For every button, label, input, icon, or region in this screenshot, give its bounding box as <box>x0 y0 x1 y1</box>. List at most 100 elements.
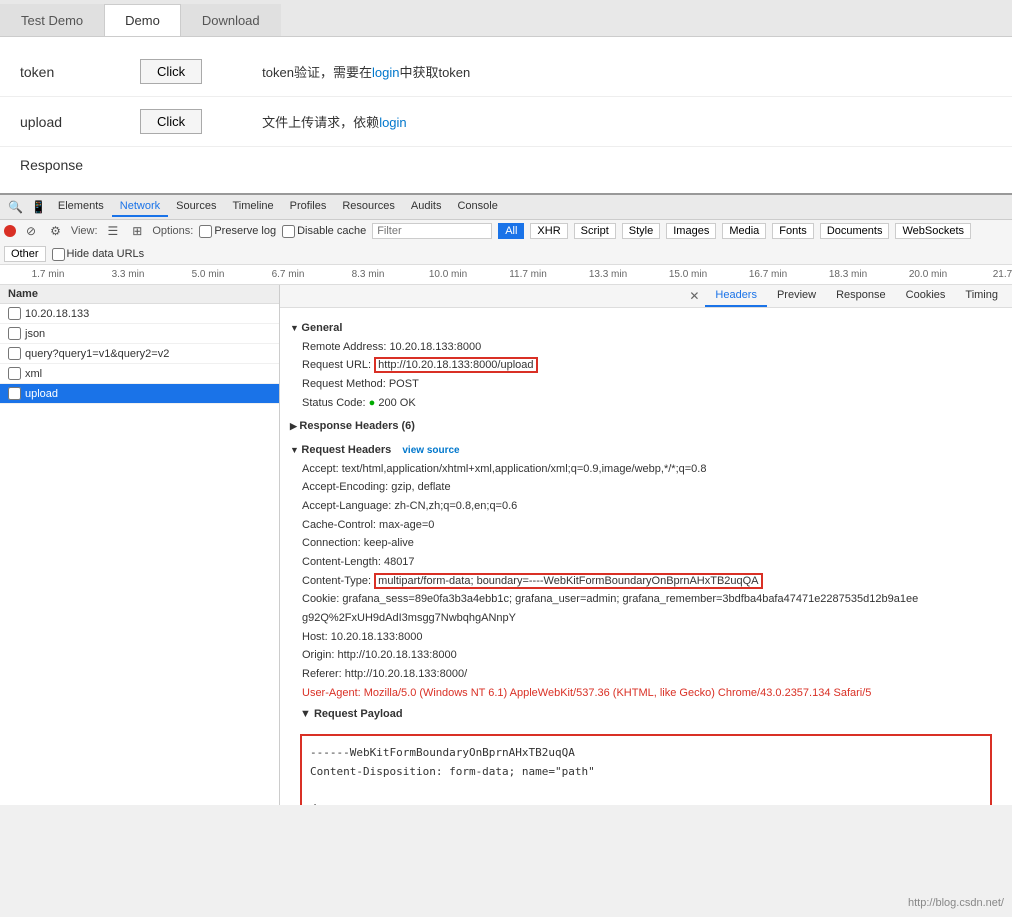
item-checkbox-ip[interactable] <box>8 307 21 320</box>
cache-control-val: max-age=0 <box>379 519 434 531</box>
referer-val: http://10.20.18.133:8000/ <box>345 668 467 680</box>
host-val: 10.20.18.133:8000 <box>331 631 423 643</box>
content-type-key: Content-Type: <box>302 575 374 587</box>
record-button[interactable] <box>4 225 16 237</box>
token-login-link[interactable]: login <box>372 65 399 80</box>
view-label: View: <box>71 225 98 237</box>
general-section-title[interactable]: General <box>290 320 1002 338</box>
tick-2: 5.0 min <box>168 269 248 280</box>
top-tab-bar: Test Demo Demo Download <box>0 0 1012 37</box>
tab-resources[interactable]: Resources <box>334 197 403 217</box>
list-item-ip[interactable]: 10.20.18.133 <box>0 304 279 324</box>
detail-tab-cookies[interactable]: Cookies <box>896 285 956 307</box>
filter-fonts[interactable]: Fonts <box>772 223 814 239</box>
detail-pane: ✕ Headers Preview Response Cookies Timin… <box>280 285 1012 805</box>
preserve-log-label[interactable]: Preserve log <box>199 225 276 238</box>
tab-test-demo[interactable]: Test Demo <box>0 4 104 36</box>
user-agent-key: User-Agent: <box>302 687 364 699</box>
item-checkbox-query[interactable] <box>8 347 21 360</box>
tick-6: 11.7 min <box>488 269 568 280</box>
response-headers-section-title[interactable]: Response Headers (6) <box>290 418 1002 436</box>
disable-cache-label[interactable]: Disable cache <box>282 225 366 238</box>
cookie-row: Cookie: grafana_sess=89e0fa3b3a4ebb1c; g… <box>290 590 1002 627</box>
payload-line1: ------WebKitFormBoundaryOnBprnAHxTB2uqQA <box>310 744 982 763</box>
item-checkbox-xml[interactable] <box>8 367 21 380</box>
filter-style[interactable]: Style <box>622 223 660 239</box>
token-row: token Click token验证，需要在login中获取token <box>0 47 1012 97</box>
filter-script[interactable]: Script <box>574 223 616 239</box>
tab-audits[interactable]: Audits <box>403 197 450 217</box>
tab-download[interactable]: Download <box>181 4 281 36</box>
tab-timeline[interactable]: Timeline <box>224 197 281 217</box>
request-url-key: Request URL: <box>302 359 374 371</box>
devtools-device-icon[interactable]: 📱 <box>27 198 50 216</box>
tab-profiles[interactable]: Profiles <box>282 197 335 217</box>
list-item-xml[interactable]: xml <box>0 364 279 384</box>
detail-close-button[interactable]: ✕ <box>683 285 705 307</box>
tree-view-icon[interactable]: ⊞ <box>128 222 146 240</box>
view-source-link[interactable]: view source <box>402 445 459 456</box>
response-label: Response <box>20 157 83 173</box>
detail-tab-headers[interactable]: Headers <box>705 285 767 307</box>
request-method-val: POST <box>389 378 419 390</box>
status-code-row: Status Code: ● 200 OK <box>290 394 1002 413</box>
item-checkbox-upload[interactable] <box>8 387 21 400</box>
status-dot: ● <box>369 397 376 409</box>
stop-icon[interactable]: ⊘ <box>22 222 40 240</box>
tab-sources[interactable]: Sources <box>168 197 224 217</box>
disable-cache-checkbox[interactable] <box>282 225 295 238</box>
tick-1: 3.3 min <box>88 269 168 280</box>
remote-address-val: 10.20.18.133:8000 <box>389 341 481 353</box>
filter-icon[interactable]: ⚙ <box>46 222 65 240</box>
payload-line4: / <box>310 800 982 805</box>
tab-console[interactable]: Console <box>449 197 505 217</box>
hide-data-urls-label[interactable]: Hide data URLs <box>52 248 145 261</box>
list-item-query[interactable]: query?query1=v1&query2=v2 <box>0 344 279 364</box>
filter-other[interactable]: Other <box>4 246 46 262</box>
tab-network[interactable]: Network <box>112 197 168 217</box>
filter-all[interactable]: All <box>498 223 524 239</box>
detail-tab-response[interactable]: Response <box>826 285 896 307</box>
filter-xhr[interactable]: XHR <box>530 223 567 239</box>
list-item-upload[interactable]: upload <box>0 384 279 404</box>
referer-key: Referer: <box>302 668 345 680</box>
devtools-panel: 🔍 📱 Elements Network Sources Timeline Pr… <box>0 193 1012 805</box>
item-label-json: json <box>25 328 45 340</box>
token-desc: token验证，需要在login中获取token <box>262 62 470 81</box>
payload-line3 <box>310 781 982 800</box>
filter-input[interactable] <box>372 223 492 239</box>
file-list: Name 10.20.18.133 json query?query1=v1&q… <box>0 285 280 805</box>
cache-control-key: Cache-Control: <box>302 519 379 531</box>
tab-download-label: Download <box>202 13 260 28</box>
request-headers-section-title[interactable]: Request Headers view source <box>290 442 1002 460</box>
options-label: Options: <box>152 225 193 237</box>
upload-login-link[interactable]: login <box>379 115 406 130</box>
detail-tab-preview[interactable]: Preview <box>767 285 826 307</box>
origin-val: http://10.20.18.133:8000 <box>337 649 456 661</box>
tab-elements[interactable]: Elements <box>50 197 112 217</box>
detail-tab-timing[interactable]: Timing <box>955 285 1008 307</box>
request-method-row: Request Method: POST <box>290 375 1002 394</box>
content-type-row: Content-Type: multipart/form-data; bound… <box>290 572 1002 591</box>
connection-key: Connection: <box>302 537 364 549</box>
filter-media[interactable]: Media <box>722 223 766 239</box>
filter-websockets[interactable]: WebSockets <box>895 223 971 239</box>
token-click-button[interactable]: Click <box>140 59 202 84</box>
network-panel: Name 10.20.18.133 json query?query1=v1&q… <box>0 285 1012 805</box>
main-content: token Click token验证，需要在login中获取token upl… <box>0 37 1012 193</box>
filter-documents[interactable]: Documents <box>820 223 890 239</box>
upload-click-button[interactable]: Click <box>140 109 202 134</box>
tab-demo[interactable]: Demo <box>104 4 181 36</box>
list-item-json[interactable]: json <box>0 324 279 344</box>
hide-data-urls-checkbox[interactable] <box>52 248 65 261</box>
preserve-log-checkbox[interactable] <box>199 225 212 238</box>
item-label-query: query?query1=v1&query2=v2 <box>25 348 169 360</box>
devtools-search-icon[interactable]: 🔍 <box>4 198 27 216</box>
tab-demo-label: Demo <box>125 13 160 28</box>
request-url-row: Request URL: http://10.20.18.133:8000/up… <box>290 356 1002 375</box>
list-view-icon[interactable]: ☰ <box>104 222 123 240</box>
accept-encoding-row: Accept-Encoding: gzip, deflate <box>290 478 1002 497</box>
item-checkbox-json[interactable] <box>8 327 21 340</box>
connection-row: Connection: keep-alive <box>290 534 1002 553</box>
filter-images[interactable]: Images <box>666 223 716 239</box>
